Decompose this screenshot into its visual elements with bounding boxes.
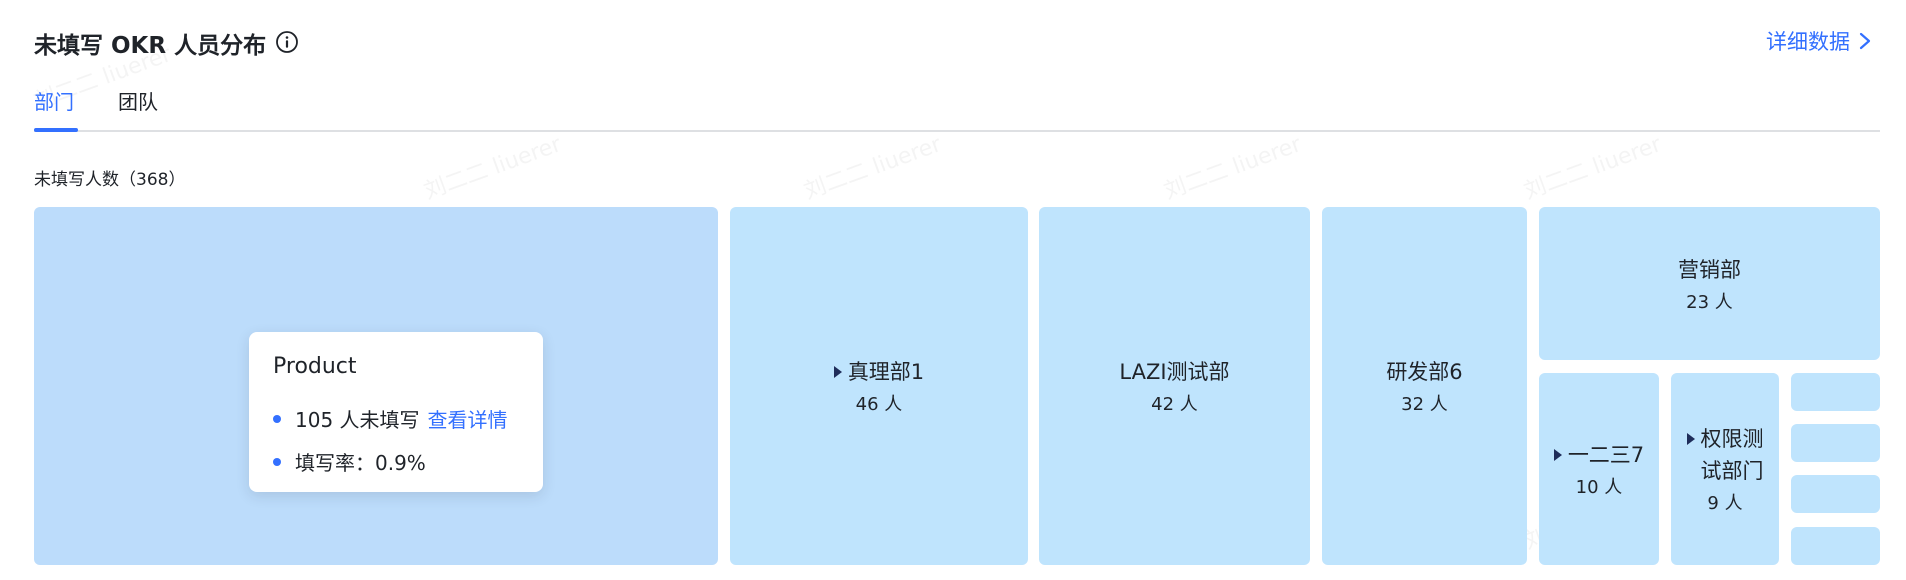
bullet-dot-icon	[273, 457, 281, 466]
treemap-cell-small[interactable]	[1791, 527, 1880, 565]
treemap-cell-small[interactable]	[1791, 424, 1880, 462]
cell-count: 23 人	[1686, 291, 1733, 313]
cell-name: 营销部	[1678, 257, 1741, 282]
chevron-right-icon	[1859, 32, 1871, 50]
cell-count: 9 人	[1707, 493, 1743, 514]
tab-department[interactable]: 部门	[34, 86, 74, 115]
cell-count: 42 人	[1151, 394, 1198, 415]
page-title: 未填写 OKR 人员分布	[34, 33, 267, 59]
info-icon[interactable]	[274, 29, 300, 55]
tooltip-fill-rate: 填写率：0.9%	[295, 451, 426, 475]
treemap-tooltip: Product 105 人未填写 查看详情 填写率：0.9%	[249, 332, 543, 492]
expand-arrow-icon	[1686, 433, 1695, 445]
tab-bar: 部门 团队	[34, 82, 1880, 132]
watermark-text: 刘二二 liuerer	[1520, 131, 1665, 205]
treemap-cell-small[interactable]	[1791, 475, 1880, 513]
treemap-cell-zhenlibu[interactable]: 真理部1 46 人	[730, 207, 1028, 565]
cell-name: 真理部1	[833, 356, 924, 388]
tooltip-title: Product	[273, 354, 357, 379]
tooltip-unfilled-count: 105 人未填写	[295, 408, 420, 432]
tooltip-unfilled-row: 105 人未填写 查看详情	[273, 404, 508, 433]
watermark-text: 刘二二 liuerer	[800, 131, 945, 205]
cell-count: 46 人	[855, 394, 903, 415]
treemap-cell-small[interactable]	[1791, 373, 1880, 411]
bullet-dot-icon	[273, 414, 281, 423]
tooltip-rate-row: 填写率：0.9%	[273, 447, 426, 476]
cell-count: 32 人	[1401, 394, 1448, 415]
cell-count: 10 人	[1575, 477, 1623, 498]
treemap-cell-yiersan[interactable]: 一二三7 10 人	[1539, 373, 1659, 565]
cell-name: LAZI测试部	[1119, 360, 1230, 384]
watermark-text: 刘二二 liuerer	[420, 131, 565, 205]
detail-data-label: 详细数据	[1766, 30, 1850, 54]
expand-arrow-icon	[833, 366, 842, 378]
tab-team[interactable]: 团队	[118, 86, 158, 115]
treemap-cell-lazi[interactable]: LAZI测试部 42 人	[1039, 207, 1310, 565]
treemap-cell-yanfabu[interactable]: 研发部6 32 人	[1322, 207, 1527, 565]
detail-data-link[interactable]: 详细数据	[1766, 26, 1872, 56]
view-details-link[interactable]: 查看详情	[428, 404, 508, 433]
treemap-cell-quanxian[interactable]: 权限测 试部门 9 人	[1671, 373, 1779, 565]
cell-name: 研发部6	[1386, 360, 1463, 384]
expand-arrow-icon	[1553, 449, 1562, 461]
active-tab-indicator	[34, 128, 78, 132]
unfilled-count-label: 未填写人数（368）	[34, 170, 186, 190]
cell-name: 权限测 试部门	[1686, 423, 1764, 487]
treemap-cell-yingxiaobu[interactable]: 营销部 23 人	[1539, 207, 1880, 360]
watermark-text: 刘二二 liuerer	[1160, 131, 1305, 205]
cell-name: 一二三7	[1553, 439, 1644, 471]
card-header: 未填写 OKR 人员分布 详细数据	[34, 22, 1872, 59]
